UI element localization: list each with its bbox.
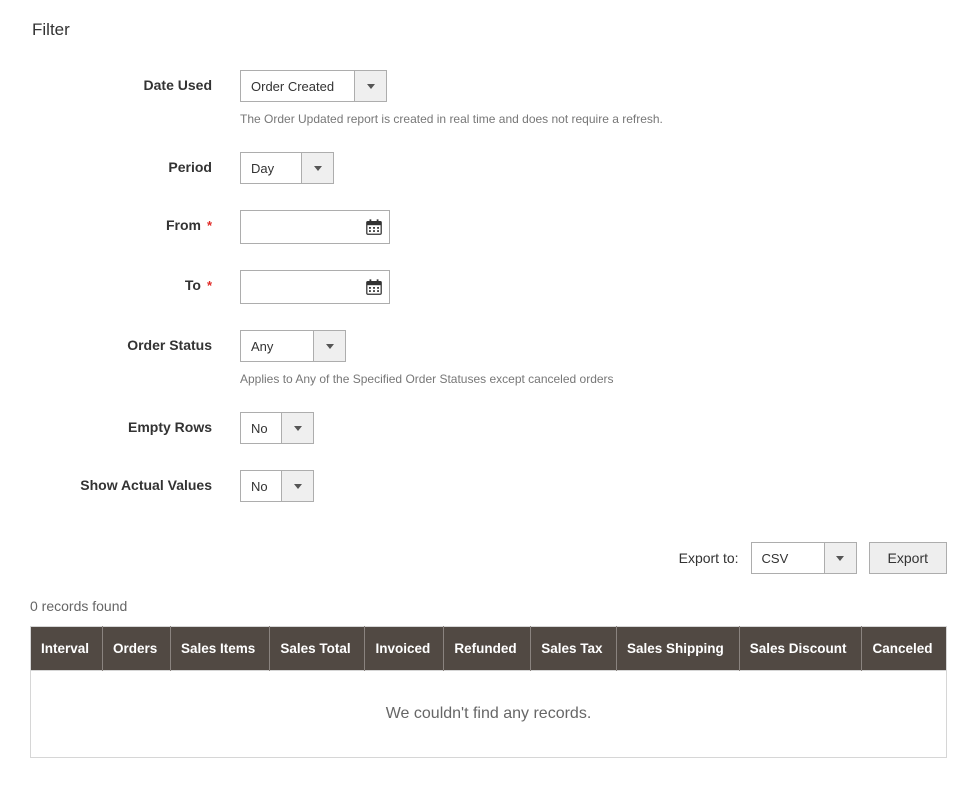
table-empty-row: We couldn't find any records.	[31, 671, 947, 758]
order-status-label: Order Status	[30, 330, 240, 353]
show-actual-value[interactable]: No	[241, 471, 281, 501]
date-used-dropdown-button[interactable]	[354, 71, 386, 101]
empty-rows-select[interactable]: No	[240, 412, 314, 444]
to-label-text: To	[185, 277, 201, 293]
date-used-label: Date Used	[30, 70, 240, 93]
order-status-dropdown-button[interactable]	[313, 331, 345, 361]
empty-rows-dropdown-button[interactable]	[281, 413, 313, 443]
calendar-icon[interactable]	[365, 278, 383, 296]
chevron-down-icon	[367, 84, 375, 89]
chevron-down-icon	[294, 484, 302, 489]
export-row: Export to: CSV Export	[30, 542, 947, 574]
export-format-value[interactable]: CSV	[752, 543, 824, 573]
from-input-wrap[interactable]	[240, 210, 390, 244]
date-used-select[interactable]: Order Created	[240, 70, 387, 102]
show-actual-label: Show Actual Values	[30, 470, 240, 493]
to-input[interactable]	[249, 271, 365, 303]
to-input-wrap[interactable]	[240, 270, 390, 304]
empty-rows-value[interactable]: No	[241, 413, 281, 443]
field-empty-rows: Empty Rows No	[30, 412, 947, 444]
order-status-select[interactable]: Any	[240, 330, 346, 362]
field-to: To *	[30, 270, 947, 304]
from-label-text: From	[166, 217, 201, 233]
export-button[interactable]: Export	[869, 542, 947, 574]
export-label: Export to:	[679, 550, 739, 566]
export-format-select[interactable]: CSV	[751, 542, 857, 574]
field-show-actual: Show Actual Values No	[30, 470, 947, 502]
period-label: Period	[30, 152, 240, 175]
col-invoiced: Invoiced	[365, 627, 444, 671]
table-header-row: Interval Orders Sales Items Sales Total …	[31, 627, 947, 671]
required-mark: *	[207, 218, 212, 233]
period-dropdown-button[interactable]	[301, 153, 333, 183]
period-value[interactable]: Day	[241, 153, 301, 183]
field-date-used: Date Used Order Created The Order Update…	[30, 70, 947, 126]
filter-heading: Filter	[30, 20, 947, 40]
from-input[interactable]	[249, 211, 365, 243]
field-order-status: Order Status Any Applies to Any of the S…	[30, 330, 947, 386]
col-sales-tax: Sales Tax	[531, 627, 617, 671]
order-status-note: Applies to Any of the Specified Order St…	[240, 372, 947, 386]
col-orders: Orders	[102, 627, 170, 671]
col-sales-discount: Sales Discount	[739, 627, 862, 671]
col-sales-items: Sales Items	[170, 627, 269, 671]
field-from: From *	[30, 210, 947, 244]
chevron-down-icon	[326, 344, 334, 349]
records-found: 0 records found	[30, 598, 947, 614]
empty-rows-label: Empty Rows	[30, 412, 240, 435]
field-period: Period Day	[30, 152, 947, 184]
col-sales-total: Sales Total	[270, 627, 365, 671]
col-interval: Interval	[31, 627, 103, 671]
chevron-down-icon	[294, 426, 302, 431]
show-actual-select[interactable]: No	[240, 470, 314, 502]
empty-message: We couldn't find any records.	[31, 671, 947, 758]
calendar-icon[interactable]	[365, 218, 383, 236]
show-actual-dropdown-button[interactable]	[281, 471, 313, 501]
from-label: From *	[30, 210, 240, 233]
date-used-value[interactable]: Order Created	[241, 71, 354, 101]
col-canceled: Canceled	[862, 627, 947, 671]
chevron-down-icon	[314, 166, 322, 171]
col-refunded: Refunded	[444, 627, 531, 671]
required-mark: *	[207, 278, 212, 293]
date-used-note: The Order Updated report is created in r…	[240, 112, 947, 126]
period-select[interactable]: Day	[240, 152, 334, 184]
to-label: To *	[30, 270, 240, 293]
chevron-down-icon	[836, 556, 844, 561]
export-format-dropdown-button[interactable]	[824, 543, 856, 573]
col-sales-shipping: Sales Shipping	[616, 627, 739, 671]
results-table: Interval Orders Sales Items Sales Total …	[30, 626, 947, 758]
order-status-value[interactable]: Any	[241, 331, 313, 361]
